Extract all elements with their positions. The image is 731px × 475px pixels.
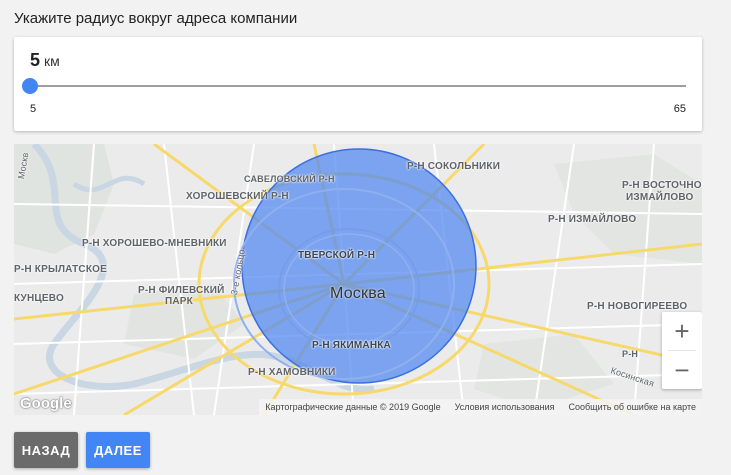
map-label-yakimanka: Р-Н ЯКИМАНКА	[312, 340, 391, 351]
map-label-sokolniki: Р-Н СОКОЛЬНИКИ	[407, 161, 501, 172]
map-background	[14, 144, 702, 415]
map-data-attribution: Картографические данные © 2019 Google	[265, 402, 441, 412]
zoom-in-button[interactable]: +	[662, 312, 702, 350]
radius-value: 5 км	[30, 50, 60, 71]
map-label-vostochnoe-2: ИЗМАЙЛОВО	[626, 192, 694, 203]
map-attribution: Картографические данные © 2019 Google Ус…	[259, 399, 702, 415]
radius-number: 5	[30, 50, 41, 70]
map[interactable]: САВЕЛОВСКИЙ Р-Н Р-Н СОКОЛЬНИКИ ХОРОШЕВСК…	[14, 144, 702, 415]
map-label-right-mid: Р-Н	[622, 349, 639, 359]
map-label-krylatskoe: Р-Н КРЫЛАТСКОЕ	[14, 264, 107, 275]
terms-link[interactable]: Условия использования	[455, 402, 555, 412]
radius-slider-handle[interactable]	[22, 78, 38, 94]
back-button[interactable]: НАЗАД	[14, 432, 78, 468]
report-error-link[interactable]: Сообщить об ошибке на карте	[569, 402, 696, 412]
radius-card: 5 км 5 65	[14, 37, 702, 131]
page-heading: Укажите радиус вокруг адреса компании	[14, 10, 298, 27]
radius-unit: км	[44, 53, 60, 69]
map-label-filevsky-2: ПАРК	[165, 296, 193, 307]
zoom-out-button[interactable]: −	[662, 351, 702, 389]
slider-min-label: 5	[30, 103, 37, 115]
radius-slider-track[interactable]	[30, 85, 686, 87]
map-label-kuntsevo: КУНЦЕВО	[14, 293, 64, 304]
map-label-izmaylovo: Р-Н ИЗМАЙЛОВО	[548, 214, 637, 225]
map-label-vostochnoe-1: Р-Н ВОСТОЧНОЕ	[622, 180, 702, 191]
zoom-control: + −	[662, 312, 702, 389]
map-label-khamovniki: Р-Н ХАМОВНИКИ	[248, 367, 336, 378]
slider-max-label: 65	[673, 103, 686, 115]
next-button[interactable]: ДАЛЕЕ	[86, 432, 150, 468]
map-label-city: Москва	[330, 285, 386, 302]
google-logo: Google	[20, 395, 72, 412]
map-label-tverskoy: ТВЕРСКОЙ Р-Н	[298, 250, 376, 261]
map-label-filevsky-1: Р-Н ФИЛЕВСКИЙ	[138, 285, 225, 296]
map-label-khoroshevsky: ХОРОШЕВСКИЙ Р-Н	[186, 191, 289, 202]
map-label-khoroshevo: Р-Н ХОРОШЕВО-МНЕВНИКИ	[82, 238, 227, 249]
map-label-novogireevo: Р-Н НОВОГИРЕЕВО	[587, 301, 688, 312]
map-label-savelovsky: САВЕЛОВСКИЙ Р-Н	[244, 174, 335, 184]
